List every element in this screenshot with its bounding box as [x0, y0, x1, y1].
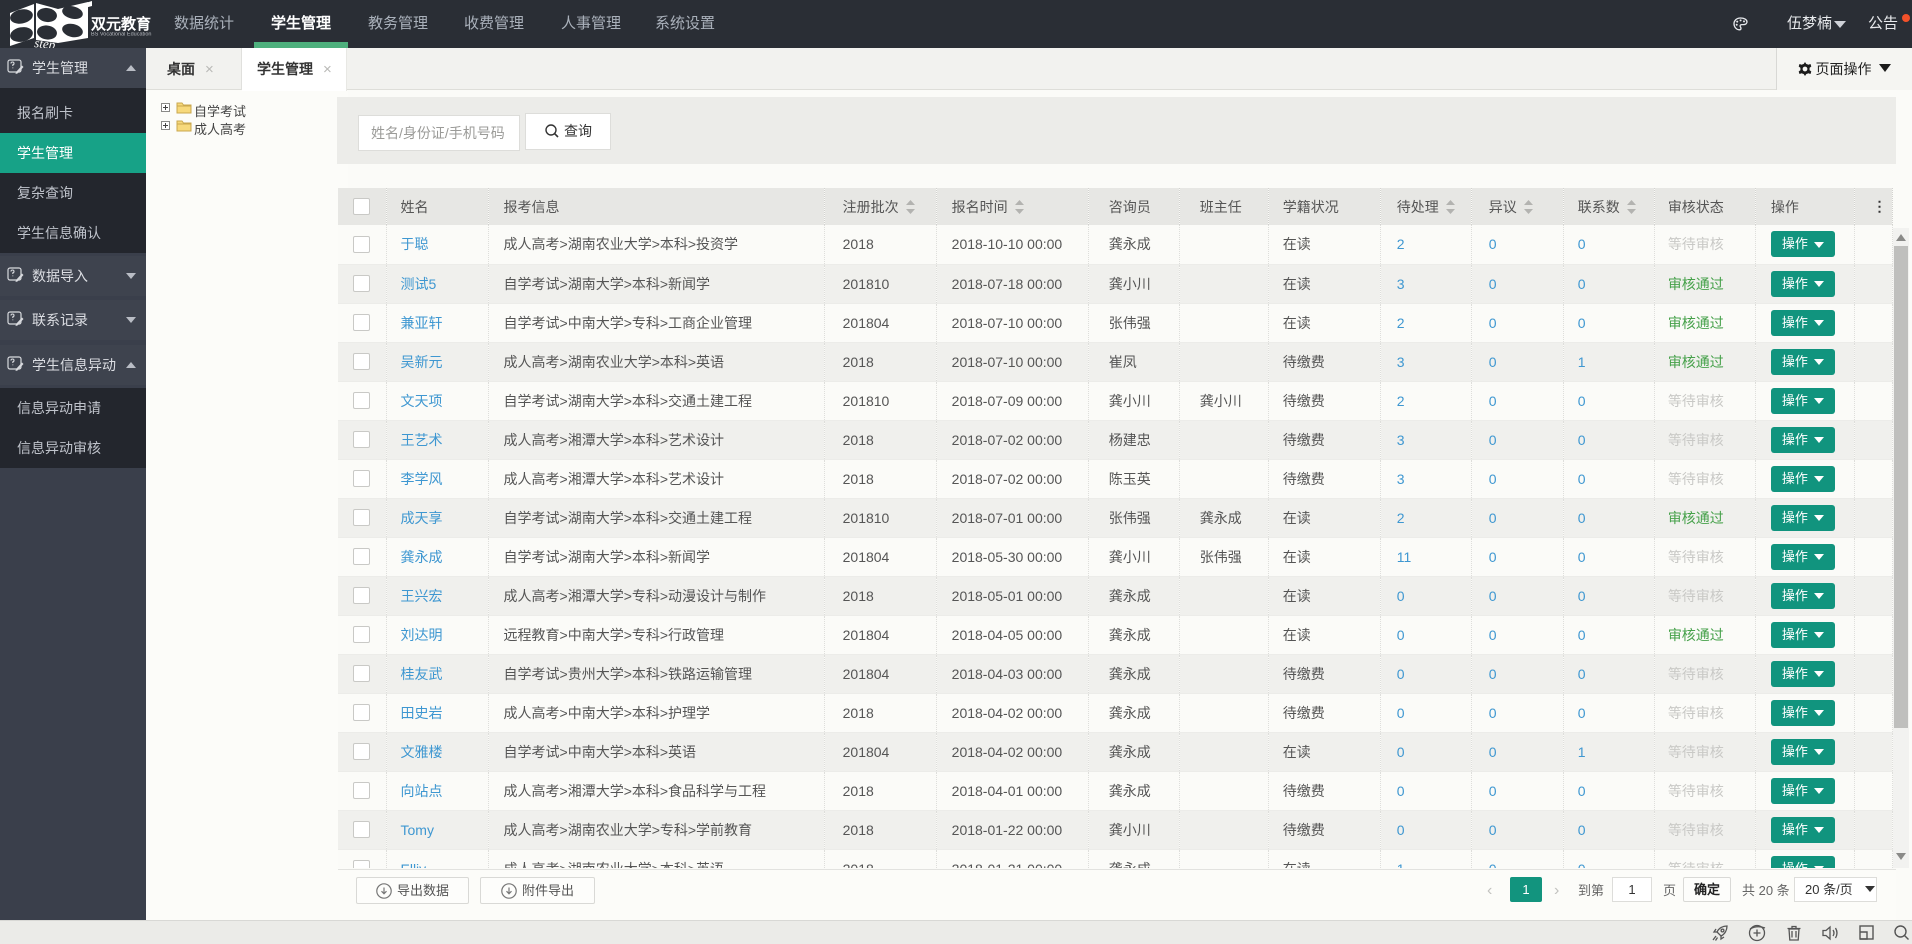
svg-text:step: step: [34, 35, 57, 48]
